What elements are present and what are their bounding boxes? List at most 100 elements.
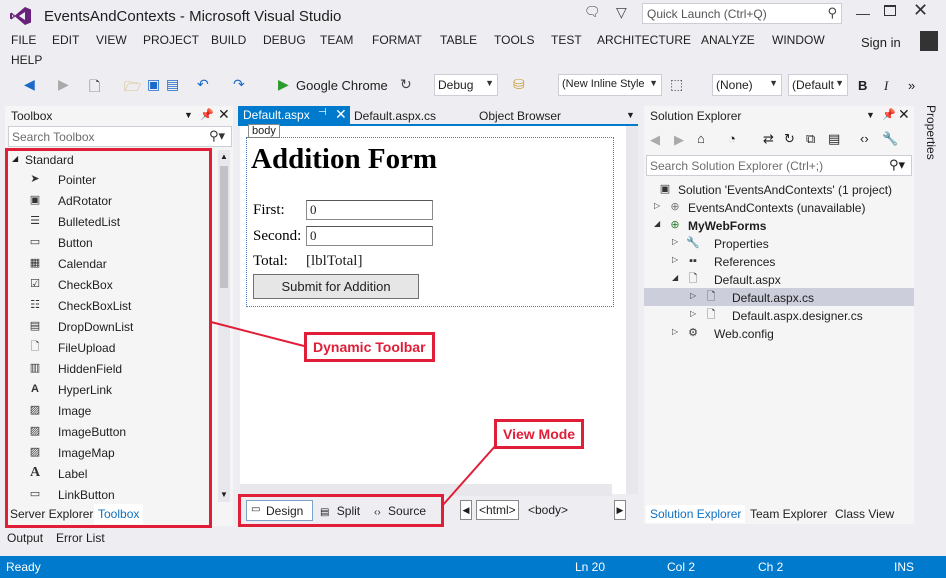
menu-tools[interactable]: TOOLS xyxy=(494,33,534,47)
menu-team[interactable]: TEAM xyxy=(320,33,353,47)
expand-icon[interactable]: ▷ xyxy=(672,327,680,336)
browser-target-label[interactable]: Google Chrome xyxy=(296,78,388,93)
maximize-button[interactable] xyxy=(884,5,896,16)
font-combo[interactable]: (Default ▼ xyxy=(788,74,848,96)
minimize-button[interactable]: — xyxy=(856,5,870,21)
style-combo[interactable]: (New Inline Style ▼ xyxy=(558,74,662,96)
menu-file[interactable]: FILE xyxy=(11,33,36,47)
redo-icon[interactable]: ↷ xyxy=(233,76,245,93)
expand-icon[interactable]: ▷ xyxy=(690,291,698,300)
toolbox-close-icon[interactable]: ✕ xyxy=(218,106,230,123)
crumb-body[interactable]: <body> xyxy=(528,503,568,517)
crumb-html[interactable]: <html> xyxy=(476,500,519,520)
expand-icon[interactable]: ▷ xyxy=(672,255,680,264)
show-all-files-icon[interactable]: ▤ xyxy=(828,131,840,147)
submit-button[interactable]: Submit for Addition xyxy=(253,274,419,299)
refresh-icon[interactable]: ↻ xyxy=(400,76,412,93)
css-class-icon[interactable]: ⬚ xyxy=(670,76,683,93)
menu-window[interactable]: WINDOW xyxy=(772,33,825,47)
tab-class-view[interactable]: Class View xyxy=(835,507,894,521)
collapse-icon[interactable]: ◢ xyxy=(672,273,680,282)
pending-changes-icon[interactable]: ◔ xyxy=(728,131,736,146)
sol-close-icon[interactable]: ✕ xyxy=(898,106,910,123)
expand-icon[interactable]: ▷ xyxy=(654,201,662,210)
solution-search-input[interactable]: Search Solution Explorer (Ctrl+;) ⚲▾ xyxy=(646,155,912,176)
sol-dropdown-icon[interactable]: ▼ xyxy=(866,110,875,120)
window-title: EventsAndContexts - Microsoft Visual Stu… xyxy=(44,8,342,25)
tab-solution-explorer[interactable]: Solution Explorer xyxy=(646,505,746,523)
class-combo[interactable]: (None) ▼ xyxy=(712,74,782,96)
toolbox-pin-icon[interactable]: 📌 xyxy=(200,108,214,121)
attach-icon[interactable]: ⛁ xyxy=(513,76,525,93)
wrench-icon: 🔧 xyxy=(686,237,700,249)
tab-output[interactable]: Output xyxy=(7,531,43,545)
tab-team-explorer[interactable]: Team Explorer xyxy=(750,507,827,521)
sync-icon[interactable]: ⇄ xyxy=(763,131,774,147)
config-file-icon: ⚙ xyxy=(688,327,698,339)
sign-in-link[interactable]: Sign in xyxy=(861,35,901,50)
tab-toolbox[interactable]: Toolbox xyxy=(94,504,144,524)
bold-button[interactable]: B xyxy=(858,78,867,93)
start-debug-icon[interactable]: ▶ xyxy=(278,76,289,93)
back-icon[interactable]: ◀ xyxy=(24,76,35,93)
collapse-all-icon[interactable]: ⧉ xyxy=(806,131,815,147)
menu-test[interactable]: TEST xyxy=(551,33,582,47)
solution-icon: ▣ xyxy=(659,183,671,195)
nav-right-button[interactable]: ▶ xyxy=(614,500,626,520)
view-code-icon[interactable]: ‹› xyxy=(860,131,869,146)
menu-build[interactable]: BUILD xyxy=(211,33,246,47)
collapse-icon[interactable]: ◢ xyxy=(654,219,662,228)
menu-project[interactable]: PROJECT xyxy=(143,33,199,47)
notification-icon[interactable]: 🗨 xyxy=(584,4,601,22)
refresh-icon[interactable]: ↻ xyxy=(784,131,795,147)
menu-view[interactable]: VIEW xyxy=(96,33,127,47)
tab-default-aspx-cs[interactable]: Default.aspx.cs xyxy=(354,109,436,123)
menu-table[interactable]: TABLE xyxy=(440,33,477,47)
first-textbox[interactable]: 0 xyxy=(306,200,433,220)
menu-help[interactable]: HELP xyxy=(11,53,42,67)
undo-icon[interactable]: ↶ xyxy=(197,76,209,93)
properties-tab[interactable]: Properties xyxy=(920,105,938,160)
new-project-icon[interactable]: 🗋 xyxy=(89,76,100,100)
open-folder-icon[interactable]: 🗁 xyxy=(124,76,141,100)
menu-format[interactable]: FORMAT xyxy=(372,33,422,47)
tab-default-aspx[interactable]: Default.aspx ⊣ ✕ xyxy=(238,106,350,125)
quick-launch-input[interactable]: Quick Launch (Ctrl+Q) ⚲ xyxy=(642,3,842,24)
scroll-down-icon[interactable]: ▼ xyxy=(220,490,228,499)
close-tab-icon[interactable]: ✕ xyxy=(335,106,347,123)
properties-icon[interactable]: 🔧 xyxy=(882,131,898,147)
menu-architecture[interactable]: ARCHITECTURE xyxy=(597,33,691,47)
feedback-filter-icon[interactable]: ▽ xyxy=(616,4,627,21)
tab-server-explorer[interactable]: Server Explorer xyxy=(6,504,97,524)
nav-left-button[interactable]: ◀ xyxy=(460,500,472,520)
configuration-combo[interactable]: Debug ▼ xyxy=(434,74,498,96)
home-icon[interactable]: ⌂ xyxy=(697,131,705,146)
toolbox-search-input[interactable]: Search Toolbox ⚲▾ xyxy=(8,126,232,147)
save-all-icon[interactable]: ▤ xyxy=(166,76,179,93)
sol-forward-icon[interactable]: ▶ xyxy=(674,132,684,148)
tab-dropdown-icon[interactable]: ▼ xyxy=(626,110,635,120)
first-label: First: xyxy=(253,202,285,218)
account-icon[interactable] xyxy=(920,31,938,51)
save-icon[interactable]: ▣ xyxy=(147,76,160,93)
scroll-up-icon[interactable]: ▲ xyxy=(220,152,228,161)
italic-button[interactable]: I xyxy=(884,78,888,94)
second-textbox[interactable]: 0 xyxy=(306,226,433,246)
tab-object-browser[interactable]: Object Browser xyxy=(479,109,561,123)
menu-analyze[interactable]: ANALYZE xyxy=(701,33,755,47)
expand-icon[interactable]: ▷ xyxy=(690,309,698,318)
editor-vertical-scrollbar[interactable] xyxy=(626,126,638,494)
toolbox-scroll-thumb[interactable] xyxy=(220,166,228,288)
visual-studio-logo-icon xyxy=(10,7,31,25)
expand-icon[interactable]: ▷ xyxy=(672,237,680,246)
more-toolbar-icon[interactable]: » xyxy=(908,78,915,93)
sol-pin-icon[interactable]: 📌 xyxy=(882,108,896,121)
sol-back-icon[interactable]: ◀ xyxy=(650,132,660,148)
pin-icon[interactable]: ⊣ xyxy=(318,107,327,118)
menu-edit[interactable]: EDIT xyxy=(52,33,79,47)
menu-debug[interactable]: DEBUG xyxy=(263,33,306,47)
toolbox-dropdown-icon[interactable]: ▼ xyxy=(184,110,193,120)
close-window-button[interactable]: ✕ xyxy=(913,0,928,21)
forward-icon[interactable]: ▶ xyxy=(58,76,69,93)
tab-error-list[interactable]: Error List xyxy=(56,531,105,545)
